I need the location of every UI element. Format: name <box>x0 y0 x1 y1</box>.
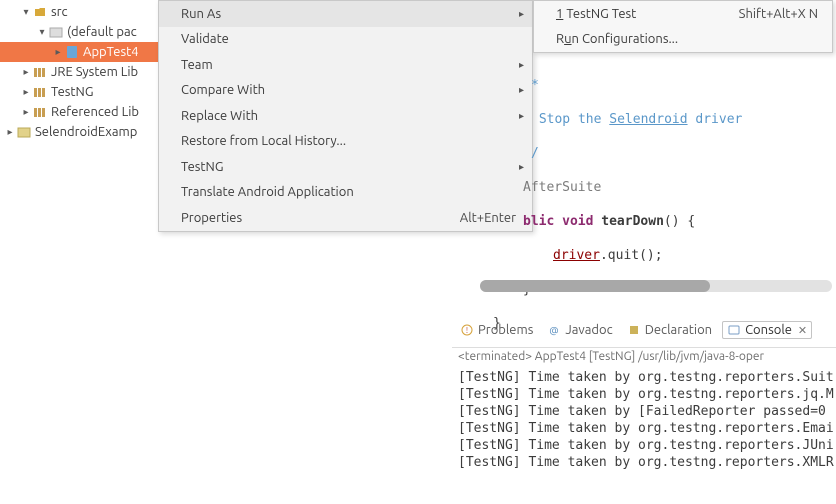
javadoc-icon: @ <box>547 323 561 337</box>
tab-problems[interactable]: ! Problems <box>456 322 537 338</box>
code-text: driver <box>688 112 743 127</box>
menu-label: Properties <box>181 211 460 225</box>
console-line: [TestNG] Time taken by org.testng.report… <box>458 454 836 471</box>
close-icon[interactable]: ✕ <box>798 324 807 337</box>
tree-label: JRE System Lib <box>51 65 138 79</box>
tab-javadoc[interactable]: @ Javadoc <box>543 322 616 338</box>
submenu-label: 1 TestNG Test <box>556 7 739 21</box>
scrollbar-thumb[interactable] <box>480 280 710 292</box>
code-text: () { <box>664 214 695 229</box>
svg-text:@: @ <box>550 325 559 336</box>
tree-selendroid-project[interactable]: ▸ SelendroidExamp <box>0 122 160 142</box>
console-icon <box>727 323 741 337</box>
tab-label: Problems <box>478 323 533 337</box>
submenu-accelerator: Shift+Alt+X N <box>739 7 818 21</box>
library-icon <box>32 84 48 100</box>
chevron-right-icon: ▸ <box>20 106 32 118</box>
menu-run-as[interactable]: Run As ▸ <box>159 1 532 27</box>
menu-label: Run As <box>181 7 516 21</box>
console-line: [TestNG] Time taken by org.testng.report… <box>458 386 836 403</box>
code-text: / <box>531 146 539 161</box>
tree-label: Referenced Lib <box>51 105 139 119</box>
code-text: .quit(); <box>600 248 663 263</box>
project-icon <box>16 124 32 140</box>
library-icon <box>32 104 48 120</box>
tree-apptest[interactable]: ▸ AppTest4 <box>0 42 160 62</box>
code-text: driver <box>553 248 600 263</box>
declaration-icon <box>627 323 641 337</box>
console-line: [TestNG] Time taken by org.testng.report… <box>458 369 836 386</box>
console-line: [TestNG] Time taken by org.testng.report… <box>458 420 836 437</box>
chevron-right-icon: ▸ <box>519 8 524 20</box>
submenu-testng-test[interactable]: 1 TestNG Test Shift+Alt+X N <box>534 1 832 27</box>
code-text: * <box>531 78 539 93</box>
submenu-label: Run Configurations... <box>556 32 818 46</box>
tab-label: Declaration <box>645 323 712 337</box>
package-icon <box>48 24 64 40</box>
tree-src[interactable]: ▾ src <box>0 2 160 22</box>
tree-default-package[interactable]: ▾ (default pac <box>0 22 160 42</box>
code-text: void <box>562 214 593 229</box>
tree-label: SelendroidExamp <box>35 125 137 139</box>
code-text: Selendroid <box>609 112 687 127</box>
chevron-right-icon: ▸ <box>4 126 16 138</box>
tab-label: Console <box>745 323 792 337</box>
library-icon <box>32 64 48 80</box>
run-as-submenu: 1 TestNG Test Shift+Alt+X N Run Configur… <box>533 0 833 53</box>
console-line: [TestNG] Time taken by [FailedReporter p… <box>458 403 836 420</box>
console-output[interactable]: [TestNG] Time taken by org.testng.report… <box>452 369 836 471</box>
bottom-tabs: ! Problems @ Javadoc Declaration Console… <box>452 315 836 348</box>
submenu-run-configurations[interactable]: Run Configurations... <box>534 27 832 53</box>
menu-validate[interactable]: Validate <box>159 27 532 53</box>
tab-console[interactable]: Console ✕ <box>722 321 812 339</box>
tree-label: AppTest4 <box>83 45 139 59</box>
tree-label: src <box>51 5 68 19</box>
console-line: [TestNG] Time taken by org.testng.report… <box>458 437 836 454</box>
project-tree: ▾ src ▾ (default pac ▸ AppTest4 ▸ JRE Sy… <box>0 0 160 142</box>
tab-label: Javadoc <box>565 323 612 337</box>
chevron-right-icon: ▸ <box>52 46 64 58</box>
tree-jre[interactable]: ▸ JRE System Lib <box>0 62 160 82</box>
tree-label: TestNG <box>51 85 93 99</box>
chevron-down-icon: ▾ <box>20 6 32 18</box>
tab-declaration[interactable]: Declaration <box>623 322 716 338</box>
code-text: Stop the <box>531 112 609 127</box>
tree-label: (default pac <box>67 25 137 39</box>
tree-testng-lib[interactable]: ▸ TestNG <box>0 82 160 102</box>
code-text: AfterSuite <box>523 180 601 195</box>
source-folder-icon <box>32 4 48 20</box>
horizontal-scrollbar[interactable] <box>480 280 832 292</box>
chevron-right-icon: ▸ <box>20 66 32 78</box>
svg-text:!: ! <box>466 326 468 335</box>
menu-label: Validate <box>181 32 516 46</box>
bottom-panel: ! Problems @ Javadoc Declaration Console… <box>452 315 836 471</box>
code-text: tearDown <box>601 214 664 229</box>
code-text: blic <box>523 214 554 229</box>
java-file-icon <box>64 44 80 60</box>
terminated-status: <terminated> AppTest4 [TestNG] /usr/lib/… <box>452 348 836 369</box>
code-editor[interactable]: * Stop the Selendroid driver / AfterSuit… <box>463 60 836 349</box>
tree-referenced[interactable]: ▸ Referenced Lib <box>0 102 160 122</box>
problems-icon: ! <box>460 323 474 337</box>
chevron-right-icon: ▸ <box>20 86 32 98</box>
chevron-down-icon: ▾ <box>36 26 48 38</box>
